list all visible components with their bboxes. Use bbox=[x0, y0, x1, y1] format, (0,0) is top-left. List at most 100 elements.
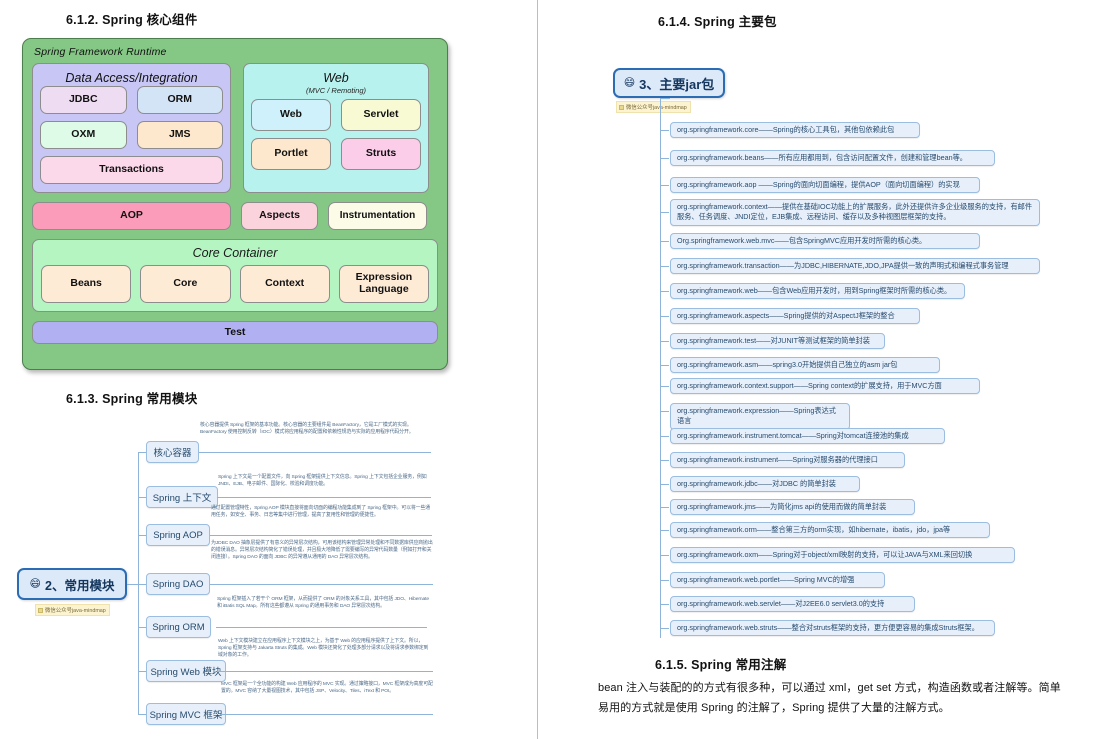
jar-package-item[interactable]: org.springframework.context——提供在基础IOC功能上… bbox=[670, 199, 1040, 226]
jar-branch-stub bbox=[660, 185, 669, 186]
jar-package-label: org.springframework.context——提供在基础IOC功能上… bbox=[677, 202, 1033, 222]
jar-package-label: org.springframework.web.servlet——对J2EE6.… bbox=[677, 599, 885, 608]
smile-emoji-icon: 😄 bbox=[29, 577, 41, 590]
annotations-paragraph: bean 注入与装配的的方式有很多种，可以通过 xml，get set 方式，构… bbox=[598, 682, 1061, 715]
jar-package-item[interactable]: org.springframework.expression——Spring表达… bbox=[670, 403, 850, 430]
jar-package-item[interactable]: org.springframework.web.struts——整合对strut… bbox=[670, 620, 995, 637]
jar-package-label: org.springframework.transaction——为JDBC,H… bbox=[677, 261, 1009, 270]
jar-branch-stub bbox=[660, 130, 669, 131]
module-node-spring-mvc[interactable]: Spring MVC 框架 bbox=[146, 703, 226, 725]
detail-underline bbox=[210, 584, 433, 585]
jar-root-connector bbox=[660, 98, 670, 99]
jar-branch-stub bbox=[660, 484, 669, 485]
right-column: 6.1.4. Spring 主要包 😄 3、主要jar包 微信公众号java-m… bbox=[538, 0, 1093, 739]
jar-package-item[interactable]: org.springframework.aspects——Spring提供的对A… bbox=[670, 308, 920, 325]
module-detail-spring-orm: Spring 框架插入了若干个 ORM 框架，从而提供了 ORM 的对象关系工具… bbox=[217, 597, 430, 609]
cell-instrumentation: Instrumentation bbox=[328, 202, 427, 230]
module-detail-spring-web: Web 上下文模块建立在应用程序上下文模块之上，为基于 Web 的应用程序提供了… bbox=[218, 639, 429, 658]
module-node-core-container[interactable]: 核心容器 bbox=[146, 441, 199, 463]
jar-package-item[interactable]: org.springframework.jms——为简化jms api的使用而做… bbox=[670, 499, 915, 516]
jar-package-item[interactable]: org.springframework.asm——spring3.0开始提供自己… bbox=[670, 357, 940, 374]
jar-branch-stub bbox=[660, 460, 669, 461]
jar-branch-stub bbox=[660, 365, 669, 366]
data-access-title: Data Access/Integration bbox=[65, 71, 198, 85]
module-detail-spring-mvc: MVC 框架是一个全功能的构建 Web 应用程序的 MVC 实现。通过策略接口，… bbox=[221, 682, 433, 694]
jar-branch-stub bbox=[660, 386, 669, 387]
module-node-spring-dao[interactable]: Spring DAO bbox=[146, 573, 210, 595]
jar-package-item[interactable]: org.springframework.web.portlet——Spring … bbox=[670, 572, 885, 589]
cell-jdbc: JDBC bbox=[40, 86, 127, 114]
jar-branch-stub bbox=[660, 604, 669, 605]
module-node-spring-web[interactable]: Spring Web 模块 bbox=[146, 660, 226, 682]
diagram-middle-row: AOP Aspects Instrumentation bbox=[32, 202, 438, 230]
jar-branch-stub bbox=[660, 507, 669, 508]
branch-stub bbox=[138, 497, 146, 498]
data-access-panel: Data Access/Integration JDBC ORM OXM JMS… bbox=[32, 63, 231, 193]
jar-package-item[interactable]: org.springframework.beans——所有应用都用到，包含访问配… bbox=[670, 150, 995, 167]
core-container-panel: Core Container Beans Core Context Expres… bbox=[32, 239, 438, 312]
jar-package-item[interactable]: org.springframework.transaction——为JDBC,H… bbox=[670, 258, 1040, 275]
data-access-grid: JDBC ORM OXM JMS bbox=[40, 86, 223, 149]
watermark-square-icon bbox=[38, 607, 43, 613]
cell-portlet: Portlet bbox=[251, 138, 331, 170]
jar-package-label: org.springframework.instrument——Spring对服… bbox=[677, 455, 878, 464]
cell-aop: AOP bbox=[32, 202, 231, 230]
module-node-label: 核心容器 bbox=[153, 448, 192, 459]
jar-branch-stub bbox=[660, 530, 669, 531]
jar-package-label: org.springframework.jms——为简化jms api的使用而做… bbox=[677, 502, 887, 511]
module-detail-core-container: 核心容器提供 Spring 框架的基本功能。核心容器的主要组件是 BeanFac… bbox=[200, 423, 414, 435]
jar-spine bbox=[660, 98, 661, 638]
jar-package-label: org.springframework.orm——整合第三方的orm实现，如hi… bbox=[677, 525, 951, 534]
jar-package-item[interactable]: org.springframework.jdbc——对JDBC 的简单封装 bbox=[670, 476, 860, 493]
jar-package-item[interactable]: org.springframework.instrument.tomcat——S… bbox=[670, 428, 945, 445]
jar-package-item[interactable]: org.springframework.core——Spring的核心工具包，其… bbox=[670, 122, 920, 139]
jar-package-label: org.springframework.asm——spring3.0开始提供自己… bbox=[677, 360, 898, 369]
cell-orm: ORM bbox=[136, 86, 223, 114]
jar-branch-stub bbox=[660, 291, 669, 292]
cell-web: Web bbox=[251, 99, 331, 131]
jar-package-item[interactable]: org.springframework.web——包含Web应用开发时，用到Sp… bbox=[670, 283, 965, 300]
jar-package-item[interactable]: org.springframework.web.servlet——对J2EE6.… bbox=[670, 596, 915, 613]
module-node-spring-orm[interactable]: Spring ORM bbox=[146, 616, 211, 638]
jar-package-item[interactable]: org.springframework.instrument——Spring对服… bbox=[670, 452, 905, 469]
jar-package-item[interactable]: Org.springframework.web.mvc——包含SpringMVC… bbox=[670, 233, 980, 250]
jar-package-item[interactable]: org.springframework.test——对JUNIT等测试框架的简单… bbox=[670, 333, 885, 350]
heading-common-annotations: 6.1.5. Spring 常用注解 bbox=[655, 658, 787, 672]
mindmap-root-main-packages[interactable]: 😄 3、主要jar包 bbox=[613, 68, 725, 98]
jar-package-label: Org.springframework.web.mvc——包含SpringMVC… bbox=[677, 236, 927, 245]
jar-branch-stub bbox=[660, 555, 669, 556]
module-node-spring-aop[interactable]: Spring AOP bbox=[146, 524, 210, 546]
mindmap-main-packages: 😄 3、主要jar包 微信公众号java-mindmap org.springf… bbox=[538, 0, 1093, 660]
module-node-label: Spring ORM bbox=[152, 621, 205, 633]
cell-test: Test bbox=[32, 321, 438, 344]
jar-branch-stub bbox=[660, 411, 669, 412]
module-node-label: Spring Web 模块 bbox=[150, 667, 222, 678]
mindmap-root-common-modules[interactable]: 😄 2、常用模块 bbox=[17, 568, 127, 600]
branch-stub bbox=[138, 452, 146, 453]
module-detail-spring-dao: 为JDBC DAO 抽象层提供了有意义的异常层次结构，可用该结构来管理异常处理和… bbox=[211, 541, 433, 560]
cell-aspects: Aspects bbox=[241, 202, 318, 230]
jar-package-label: org.springframework.test——对JUNIT等测试框架的简单… bbox=[677, 336, 870, 345]
jar-package-label: org.springframework.aop ——Spring的面向切面编程，… bbox=[677, 180, 960, 189]
smile-emoji-icon: 😄 bbox=[623, 76, 636, 89]
jar-package-item[interactable]: org.springframework.orm——整合第三方的orm实现，如hi… bbox=[670, 522, 990, 539]
jar-package-item[interactable]: org.springframework.oxm——Spring对于object/… bbox=[670, 547, 1015, 564]
watermark-modules: 微信公众号java-mindmap bbox=[35, 604, 110, 616]
cell-oxm: OXM bbox=[40, 121, 127, 149]
module-node-label: Spring MVC 框架 bbox=[149, 710, 223, 721]
watermark-jars: 微信公众号java-mindmap bbox=[616, 101, 691, 113]
heading-core-components: 6.1.2. Spring 核心组件 bbox=[66, 13, 198, 27]
jar-branch-stub bbox=[660, 241, 669, 242]
detail-underline bbox=[217, 497, 431, 498]
jar-branch-stub bbox=[660, 580, 669, 581]
mindmap-common-modules: 😄 2、常用模块 微信公众号java-mindmap 核心容器 Spring 上… bbox=[0, 410, 537, 730]
branch-stub bbox=[138, 627, 146, 628]
branch-stub bbox=[138, 714, 146, 715]
jar-package-item[interactable]: org.springframework.context.support——Spr… bbox=[670, 378, 980, 395]
web-grid: Web Servlet Portlet Struts bbox=[251, 99, 421, 170]
module-node-spring-context[interactable]: Spring 上下文 bbox=[146, 486, 218, 508]
branch-stub bbox=[138, 584, 146, 585]
jar-package-item[interactable]: org.springframework.aop ——Spring的面向切面编程，… bbox=[670, 177, 980, 194]
web-panel-title: Web bbox=[323, 71, 349, 85]
detail-underline bbox=[220, 714, 433, 715]
